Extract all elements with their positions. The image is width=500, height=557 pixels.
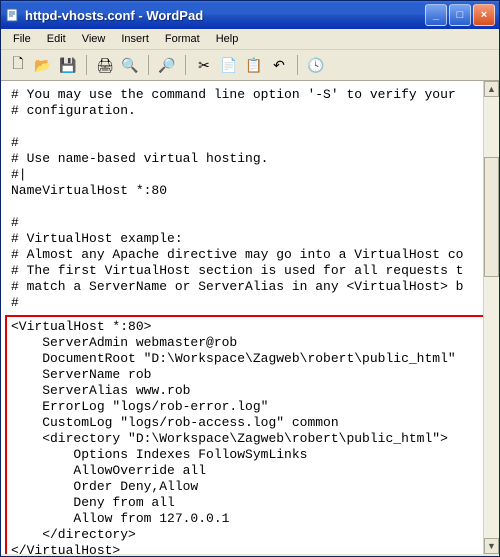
print-icon[interactable]: 🖨 bbox=[94, 54, 116, 76]
menu-help[interactable]: Help bbox=[208, 31, 247, 47]
window-title: httpd-vhosts.conf - WordPad bbox=[25, 8, 425, 23]
toolbar: 🗋📂💾 🖨🔍 🔎 ✂📄📋↶ 🕓 bbox=[1, 50, 499, 81]
maximize-button[interactable]: □ bbox=[449, 4, 471, 26]
titlebar: httpd-vhosts.conf - WordPad _ □ × bbox=[1, 1, 499, 29]
menu-edit[interactable]: Edit bbox=[39, 31, 74, 47]
find-icon[interactable]: 🔎 bbox=[156, 54, 178, 76]
paste-icon[interactable]: 📋 bbox=[243, 54, 265, 76]
new-icon[interactable]: 🗋 bbox=[7, 54, 29, 76]
scroll-thumb[interactable] bbox=[484, 157, 499, 277]
print-preview-icon[interactable]: 🔍 bbox=[119, 54, 141, 76]
document-text[interactable]: # You may use the command line option '-… bbox=[11, 87, 499, 311]
copy-icon[interactable]: 📄 bbox=[218, 54, 240, 76]
menu-view[interactable]: View bbox=[74, 31, 114, 47]
open-icon[interactable]: 📂 bbox=[32, 54, 54, 76]
cut-icon[interactable]: ✂ bbox=[193, 54, 215, 76]
vertical-scrollbar[interactable]: ▲ ▼ bbox=[483, 81, 499, 554]
editor-area[interactable]: # You may use the command line option '-… bbox=[1, 81, 499, 554]
scroll-track[interactable] bbox=[484, 97, 499, 538]
scroll-up-button[interactable]: ▲ bbox=[484, 81, 499, 97]
datetime-icon[interactable]: 🕓 bbox=[305, 54, 327, 76]
toolbar-separator bbox=[86, 55, 87, 75]
highlighted-block[interactable]: <VirtualHost *:80> ServerAdmin webmaster… bbox=[5, 315, 499, 554]
menu-insert[interactable]: Insert bbox=[113, 31, 157, 47]
menubar: File Edit View Insert Format Help bbox=[1, 29, 499, 50]
toolbar-separator bbox=[297, 55, 298, 75]
scroll-down-button[interactable]: ▼ bbox=[484, 538, 499, 554]
undo-icon[interactable]: ↶ bbox=[268, 54, 290, 76]
minimize-button[interactable]: _ bbox=[425, 4, 447, 26]
app-icon bbox=[5, 7, 21, 23]
close-button[interactable]: × bbox=[473, 4, 495, 26]
toolbar-separator bbox=[148, 55, 149, 75]
menu-file[interactable]: File bbox=[5, 31, 39, 47]
save-icon[interactable]: 💾 bbox=[57, 54, 79, 76]
window-buttons: _ □ × bbox=[425, 4, 495, 26]
menu-format[interactable]: Format bbox=[157, 31, 208, 47]
toolbar-separator bbox=[185, 55, 186, 75]
